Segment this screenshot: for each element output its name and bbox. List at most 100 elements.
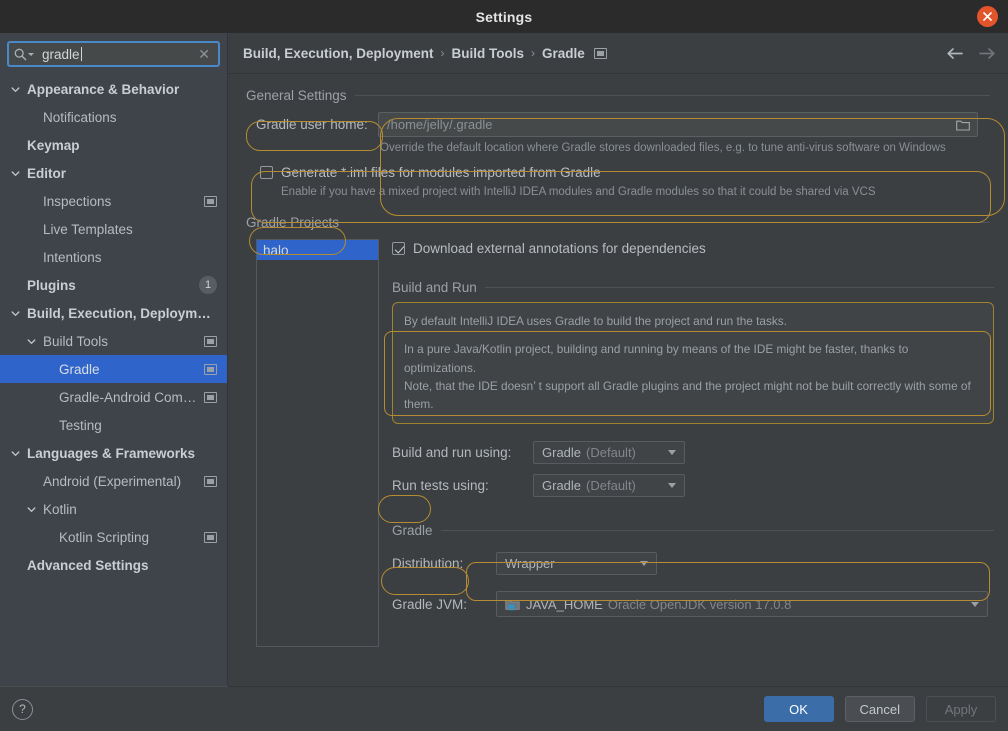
divider bbox=[347, 222, 990, 223]
divider bbox=[440, 530, 994, 532]
sidebar-item-android-experimental[interactable]: Android (Experimental) bbox=[0, 467, 227, 495]
gradle-jvm-row: Gradle JVM: JAVA_HOME Oracle OpenJDK ver… bbox=[392, 591, 994, 618]
gradle-projects-body: halo Download external annotations for d… bbox=[246, 239, 994, 651]
breadcrumb-item-1[interactable]: Build Tools bbox=[452, 46, 525, 61]
window-titlebar: Settings bbox=[0, 0, 1008, 33]
generate-iml-hint: Enable if you have a mixed project with … bbox=[281, 186, 876, 198]
project-scope-icon[interactable] bbox=[204, 335, 217, 347]
run-tests-using-suffix: (Default) bbox=[586, 478, 636, 494]
project-scope-icon[interactable] bbox=[204, 391, 217, 403]
breadcrumb: Build, Execution, Deployment › Build Too… bbox=[228, 33, 1008, 74]
build-and-run-using-suffix: (Default) bbox=[586, 445, 636, 461]
settings-sidebar: gradle ✕ Appearance & Behavior Notificati… bbox=[0, 33, 228, 686]
ok-button[interactable]: OK bbox=[763, 696, 834, 722]
download-annotations-checkbox[interactable] bbox=[392, 242, 405, 255]
chevron-down-icon[interactable] bbox=[8, 82, 22, 96]
sidebar-item-label: Build Tools bbox=[43, 333, 109, 349]
sidebar-item-inspections[interactable]: Inspections bbox=[0, 187, 227, 215]
download-annotations-row[interactable]: Download external annotations for depend… bbox=[392, 241, 994, 256]
close-icon[interactable] bbox=[977, 6, 998, 27]
clear-icon[interactable]: ✕ bbox=[198, 47, 210, 61]
chevron-down-icon[interactable] bbox=[8, 306, 22, 320]
sidebar-item-label: Testing bbox=[59, 417, 102, 433]
sidebar-item-notifications[interactable]: Notifications bbox=[0, 103, 227, 131]
gradle-project-detail: Download external annotations for depend… bbox=[392, 239, 994, 618]
gradle-user-home-hint: Override the default location where Grad… bbox=[380, 142, 946, 154]
divider bbox=[484, 287, 994, 288]
distribution-select[interactable]: Wrapper bbox=[496, 552, 657, 576]
search-options-chevron-icon[interactable] bbox=[28, 52, 34, 56]
sidebar-item-keymap[interactable]: Keymap bbox=[0, 131, 227, 159]
gradle-user-home-input[interactable]: /home/jelly/.gradle bbox=[378, 112, 978, 137]
settings-content: Build, Execution, Deployment › Build Too… bbox=[228, 33, 1008, 686]
chevron-down-icon[interactable] bbox=[8, 446, 22, 460]
sidebar-item-label: Plugins bbox=[27, 277, 76, 293]
sidebar-item-gradle-android-compiler[interactable]: Gradle-Android Compiler bbox=[0, 383, 227, 411]
sidebar-item-label: Appearance & Behavior bbox=[27, 81, 180, 97]
sidebar-item-intentions[interactable]: Intentions bbox=[0, 243, 227, 271]
folder-icon[interactable] bbox=[953, 119, 973, 131]
sidebar-item-label: Languages & Frameworks bbox=[27, 445, 196, 461]
search-value: gradle bbox=[42, 46, 82, 62]
gradle-user-home-placeholder: /home/jelly/.gradle bbox=[387, 117, 493, 132]
sidebar-item-label: Build, Execution, Deployment bbox=[27, 305, 217, 321]
help-icon[interactable]: ? bbox=[12, 698, 33, 720]
sidebar-item-label: Gradle-Android Compiler bbox=[59, 389, 198, 405]
arrow-right-icon bbox=[978, 47, 996, 60]
footer-buttons: OK Cancel Apply bbox=[763, 696, 996, 722]
gradle-projects-group-header: Gradle Projects bbox=[246, 215, 990, 230]
sidebar-item-build-execution-deployment[interactable]: Build, Execution, Deployment bbox=[0, 299, 227, 327]
build-and-run-using-select[interactable]: Gradle (Default) bbox=[533, 441, 685, 465]
breadcrumb-item-2[interactable]: Gradle bbox=[542, 46, 585, 61]
run-tests-using-select[interactable]: Gradle (Default) bbox=[533, 474, 685, 498]
chevron-down-icon[interactable] bbox=[24, 334, 38, 348]
search-input[interactable]: gradle ✕ bbox=[7, 41, 220, 67]
gradle-settings-panel: General Settings Gradle user home: /home… bbox=[228, 74, 1008, 651]
build-and-run-info: By default IntelliJ IDEA uses Gradle to … bbox=[392, 302, 994, 425]
build-and-run-using-label: Build and run using: bbox=[392, 445, 512, 461]
distribution-label: Distribution: bbox=[392, 556, 464, 572]
search-icon bbox=[14, 48, 27, 61]
sidebar-item-testing[interactable]: Testing bbox=[0, 411, 227, 439]
gradle-jvm-select[interactable]: JAVA_HOME Oracle OpenJDK version 17.0.8 bbox=[496, 591, 988, 618]
dialog-footer: ? OK Cancel Apply bbox=[0, 686, 1008, 731]
settings-tree: Appearance & Behavior Notifications Keymap… bbox=[0, 73, 227, 579]
sidebar-item-kotlin-scripting[interactable]: Kotlin Scripting bbox=[0, 523, 227, 551]
sidebar-item-appearance-behavior[interactable]: Appearance & Behavior bbox=[0, 75, 227, 103]
generate-iml-checkbox[interactable] bbox=[260, 166, 273, 179]
chevron-down-icon[interactable] bbox=[24, 502, 38, 516]
cancel-button[interactable]: Cancel bbox=[844, 696, 915, 722]
chevron-down-icon[interactable] bbox=[660, 450, 684, 456]
sidebar-item-kotlin[interactable]: Kotlin bbox=[0, 495, 227, 523]
breadcrumb-item-0[interactable]: Build, Execution, Deployment bbox=[243, 46, 434, 61]
breadcrumb-separator: › bbox=[440, 46, 445, 60]
sidebar-item-plugins[interactable]: Plugins 1 bbox=[0, 271, 227, 299]
sidebar-item-build-tools[interactable]: Build Tools bbox=[0, 327, 227, 355]
sidebar-item-gradle[interactable]: Gradle bbox=[0, 355, 227, 383]
sidebar-item-editor[interactable]: Editor bbox=[0, 159, 227, 187]
sidebar-item-languages-frameworks[interactable]: Languages & Frameworks bbox=[0, 439, 227, 467]
java-home-folder-icon bbox=[505, 598, 520, 611]
sidebar-item-label: Inspections bbox=[43, 193, 112, 209]
window-title: Settings bbox=[475, 8, 533, 25]
sidebar-item-live-templates[interactable]: Live Templates bbox=[0, 215, 227, 243]
project-scope-icon[interactable] bbox=[204, 475, 217, 487]
plugins-update-badge: 1 bbox=[199, 276, 217, 294]
generate-iml-row[interactable]: Generate *.iml files for modules importe… bbox=[260, 165, 990, 180]
project-scope-icon[interactable] bbox=[204, 363, 217, 375]
list-item[interactable]: halo bbox=[257, 240, 378, 260]
chevron-down-icon[interactable] bbox=[660, 483, 684, 489]
sidebar-item-advanced-settings[interactable]: Advanced Settings bbox=[0, 551, 227, 579]
chevron-down-icon[interactable] bbox=[632, 561, 656, 567]
arrow-left-icon[interactable] bbox=[946, 47, 964, 60]
project-scope-icon[interactable] bbox=[204, 531, 217, 543]
sidebar-item-label: Live Templates bbox=[43, 221, 133, 237]
close-glyph bbox=[983, 12, 992, 21]
general-settings-title: General Settings bbox=[246, 88, 347, 103]
project-scope-icon[interactable] bbox=[204, 195, 217, 207]
chevron-down-icon[interactable] bbox=[963, 601, 987, 607]
gradle-project-list[interactable]: halo bbox=[256, 239, 379, 647]
project-scope-icon[interactable] bbox=[593, 47, 607, 59]
divider bbox=[354, 95, 990, 96]
chevron-down-icon[interactable] bbox=[8, 166, 22, 180]
